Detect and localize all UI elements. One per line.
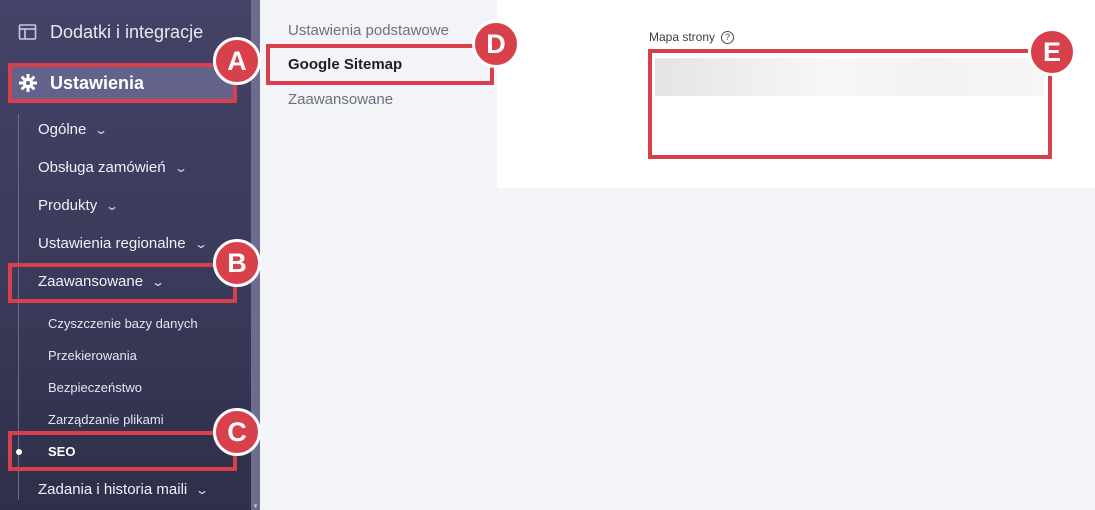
sidebar-subitem-redirects[interactable]: Przekierowania (48, 348, 137, 363)
annotation-badge-b: B (213, 239, 261, 287)
sidebar-subitem-security[interactable]: Bezpieczeństwo (48, 380, 142, 395)
chevron-down-icon: ⌄ (105, 198, 120, 213)
tab-basic-settings[interactable]: Ustawienia podstawowe (288, 22, 449, 39)
highlight-e (648, 49, 1052, 159)
sidebar-subitem-db-cleanup[interactable]: Czyszczenie bazy danych (48, 316, 198, 331)
sidebar-item-regional[interactable]: Ustawienia regionalne ⌄ (38, 235, 208, 252)
chevron-down-icon: ⌄ (94, 122, 109, 137)
chevron-down-icon: ⌄ (173, 160, 188, 175)
highlight-b (8, 263, 237, 303)
highlight-a (8, 63, 237, 103)
chevron-down-icon: ⌄ (193, 236, 208, 251)
sidebar-item-general[interactable]: Ogólne ⌄ (38, 121, 109, 138)
sidebar-item-label: Obsługa zamówień (38, 159, 166, 176)
annotation-badge-c: C (213, 408, 261, 456)
sidebar-item-label: Dodatki i integracje (50, 21, 204, 42)
field-label-text: Mapa strony (649, 30, 716, 44)
sidebar-subitem-files[interactable]: Zarządzanie plikami (48, 412, 164, 427)
calendar-icon (18, 24, 37, 40)
annotation-badge-e: E (1028, 28, 1076, 76)
annotation-badge-a: A (213, 37, 261, 85)
sidebar-item-label: Ogólne (38, 121, 87, 138)
help-icon[interactable]: ? (721, 30, 735, 44)
chevron-down-icon: ⌄ (195, 482, 210, 497)
sidebar-item-label: Ustawienia regionalne (38, 235, 186, 252)
sidebar-item-integrations[interactable]: Dodatki i integracje (0, 14, 251, 50)
tab-advanced[interactable]: Zaawansowane (288, 91, 393, 108)
highlight-d (266, 44, 494, 85)
highlight-c (8, 431, 237, 471)
sidebar-item-orders[interactable]: Obsługa zamówień ⌄ (38, 159, 188, 176)
sidebar-item-products[interactable]: Produkty ⌄ (38, 197, 120, 214)
sidebar-item-label: Produkty (38, 197, 98, 214)
sitemap-field-label: Mapa strony ? (649, 30, 735, 44)
sidebar-item-tasks-mail[interactable]: Zadania i historia maili ⌄ (38, 481, 210, 498)
annotation-badge-d: D (472, 20, 520, 68)
sidebar-item-label: Zadania i historia maili (38, 481, 188, 498)
scroll-down-icon[interactable]: ▾ (252, 503, 259, 510)
